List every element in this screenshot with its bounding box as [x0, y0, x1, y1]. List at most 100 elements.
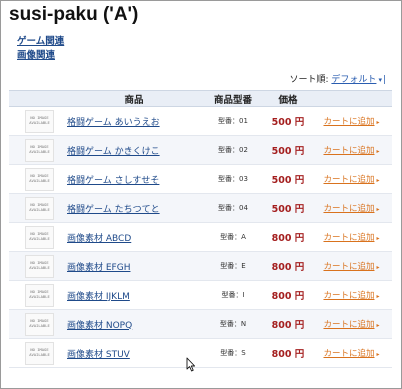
- product-model: 型番：01: [201, 106, 265, 136]
- mouse-pointer-icon: [186, 357, 196, 372]
- thumb-cell: NO IMAGE AVAILABLE: [9, 251, 67, 281]
- product-thumbnail[interactable]: NO IMAGE AVAILABLE: [25, 312, 54, 336]
- add-to-cart-button[interactable]: カートに追加: [323, 320, 374, 330]
- thumb-cell: NO IMAGE AVAILABLE: [9, 135, 67, 165]
- product-model: 型番：I: [201, 280, 265, 310]
- chevron-down-icon[interactable]: ▾: [378, 76, 382, 84]
- table-row: NO IMAGE AVAILABLE 画像素材 NOPQ 型番：N 800 円カートに…: [9, 309, 392, 339]
- add-to-cart-button[interactable]: カートに追加: [323, 233, 374, 243]
- product-name-cell: 画像素材 NOPQ: [67, 309, 201, 339]
- arrow-right-icon: ▸: [376, 293, 380, 300]
- arrow-right-icon: ▸: [376, 177, 380, 184]
- product-rows: NO IMAGE AVAILABLE 格闘ゲーム あいうえお 型番：01 500 円カ…: [9, 106, 392, 368]
- product-name-link[interactable]: 画像素材 IJKLM: [67, 292, 130, 302]
- table-row: NO IMAGE AVAILABLE 格闘ゲーム あいうえお 型番：01 500 円カ…: [9, 106, 392, 136]
- product-name-cell: 格闘ゲーム かきくけこ: [67, 135, 201, 165]
- header-price: 価格: [265, 90, 311, 107]
- product-thumbnail[interactable]: NO IMAGE AVAILABLE: [25, 109, 54, 133]
- product-thumbnail[interactable]: NO IMAGE AVAILABLE: [25, 225, 54, 249]
- product-thumbnail[interactable]: NO IMAGE AVAILABLE: [25, 254, 54, 278]
- product-model: 型番：N: [201, 309, 265, 339]
- arrow-right-icon: ▸: [376, 264, 380, 271]
- product-name-link[interactable]: 画像素材 STUV: [67, 350, 130, 360]
- cart-cell: カートに追加 ▸: [311, 106, 392, 136]
- product-model: 型番：02: [201, 135, 265, 165]
- table-row: NO IMAGE AVAILABLE 画像素材 STUV 型番：S 800 円カートに…: [9, 338, 392, 368]
- table-row: NO IMAGE AVAILABLE 格闘ゲーム たちつてと 型番：04 500 円カ…: [9, 193, 392, 223]
- header-product: 商品: [67, 90, 201, 107]
- arrow-right-icon: ▸: [376, 235, 380, 242]
- cart-cell: カートに追加 ▸: [311, 164, 392, 194]
- no-image-text: NO IMAGE AVAILABLE: [29, 260, 50, 270]
- add-to-cart-button[interactable]: カートに追加: [323, 117, 374, 127]
- cart-cell: カートに追加 ▸: [311, 222, 392, 252]
- table-row: NO IMAGE AVAILABLE 画像素材 ABCD 型番：A 800 円カートに…: [9, 222, 392, 252]
- cart-cell: カートに追加 ▸: [311, 338, 392, 368]
- header-thumb: [9, 90, 67, 107]
- cart-cell: カートに追加 ▸: [311, 309, 392, 339]
- product-name-link[interactable]: 画像素材 ABCD: [67, 234, 131, 244]
- product-name-link[interactable]: 格闘ゲーム さしすせそ: [67, 176, 159, 186]
- no-image-text: NO IMAGE AVAILABLE: [29, 231, 50, 241]
- product-price: 800 円: [265, 338, 311, 368]
- product-model: 型番：S: [201, 338, 265, 368]
- table-row: NO IMAGE AVAILABLE 格闘ゲーム さしすせそ 型番：03 500 円カ…: [9, 164, 392, 194]
- thumb-cell: NO IMAGE AVAILABLE: [9, 193, 67, 223]
- add-to-cart-button[interactable]: カートに追加: [323, 146, 374, 156]
- product-thumbnail[interactable]: NO IMAGE AVAILABLE: [25, 138, 54, 162]
- sort-divider: |: [382, 75, 386, 85]
- table-row: NO IMAGE AVAILABLE 格闘ゲーム かきくけこ 型番：02 500 円 カ…: [9, 135, 392, 165]
- product-price: 500 円: [265, 135, 311, 165]
- category-link-image[interactable]: 画像関連: [17, 49, 64, 63]
- category-link-game[interactable]: ゲーム関連: [17, 35, 64, 49]
- add-to-cart-button[interactable]: カートに追加: [323, 262, 374, 272]
- thumb-cell: NO IMAGE AVAILABLE: [9, 222, 67, 252]
- product-model: 型番：04: [201, 193, 265, 223]
- product-model: 型番：E: [201, 251, 265, 281]
- product-name-link[interactable]: 画像素材 NOPQ: [67, 321, 132, 331]
- sort-select[interactable]: デフォルト: [331, 75, 376, 85]
- add-to-cart-button[interactable]: カートに追加: [323, 175, 374, 185]
- arrow-right-icon: ▸: [376, 206, 380, 213]
- cart-cell: カートに追加 ▸: [311, 280, 392, 310]
- product-table: 商品 商品型番 価格 NO IMAGE AVAILABLE 格闘ゲーム あいうえお…: [9, 90, 392, 368]
- product-name-cell: 格闘ゲーム たちつてと: [67, 193, 201, 223]
- add-to-cart-button[interactable]: カートに追加: [323, 291, 374, 301]
- thumb-cell: NO IMAGE AVAILABLE: [9, 280, 67, 310]
- sort-label: ソート順:: [289, 75, 329, 85]
- page-title: susi-paku ('A'): [9, 4, 139, 25]
- product-thumbnail[interactable]: NO IMAGE AVAILABLE: [25, 283, 54, 307]
- product-name-cell: 画像素材 IJKLM: [67, 280, 201, 310]
- product-price: 800 円: [265, 280, 311, 310]
- product-name-link[interactable]: 格闘ゲーム あいうえお: [67, 118, 160, 128]
- product-price: 500 円: [265, 106, 311, 136]
- no-image-text: NO IMAGE AVAILABLE: [29, 289, 50, 299]
- cart-cell: カートに追加 ▸: [311, 193, 392, 223]
- product-model: 型番：03: [201, 164, 265, 194]
- product-name-link[interactable]: 画像素材 EFGH: [67, 263, 130, 273]
- product-name-link[interactable]: 格闘ゲーム かきくけこ: [67, 147, 160, 157]
- thumb-cell: NO IMAGE AVAILABLE: [9, 106, 67, 136]
- thumb-cell: NO IMAGE AVAILABLE: [9, 164, 67, 194]
- product-price: 500 円: [265, 164, 311, 194]
- no-image-text: NO IMAGE AVAILABLE: [29, 144, 50, 154]
- product-name-cell: 画像素材 EFGH: [67, 251, 201, 281]
- no-image-text: NO IMAGE AVAILABLE: [29, 202, 50, 212]
- product-thumbnail[interactable]: NO IMAGE AVAILABLE: [25, 341, 54, 365]
- add-to-cart-button[interactable]: カートに追加: [323, 349, 374, 359]
- no-image-text: NO IMAGE AVAILABLE: [29, 173, 50, 183]
- add-to-cart-button[interactable]: カートに追加: [323, 204, 374, 214]
- product-thumbnail[interactable]: NO IMAGE AVAILABLE: [25, 196, 54, 220]
- no-image-text: NO IMAGE AVAILABLE: [29, 318, 50, 328]
- product-name-link[interactable]: 格闘ゲーム たちつてと: [67, 205, 160, 215]
- table-row: NO IMAGE AVAILABLE 画像素材 EFGH 型番：E 800 円カートに…: [9, 251, 392, 281]
- table-header-row: 商品 商品型番 価格: [9, 90, 392, 107]
- arrow-right-icon: ▸: [376, 322, 380, 329]
- category-links: ゲーム関連 画像関連: [17, 35, 64, 62]
- product-price: 800 円: [265, 222, 311, 252]
- thumb-cell: NO IMAGE AVAILABLE: [9, 338, 67, 368]
- product-price: 500 円: [265, 193, 311, 223]
- sort-control: ソート順: デフォルト ▾|: [290, 72, 387, 85]
- header-cart: [311, 90, 392, 107]
- product-thumbnail[interactable]: NO IMAGE AVAILABLE: [25, 167, 54, 191]
